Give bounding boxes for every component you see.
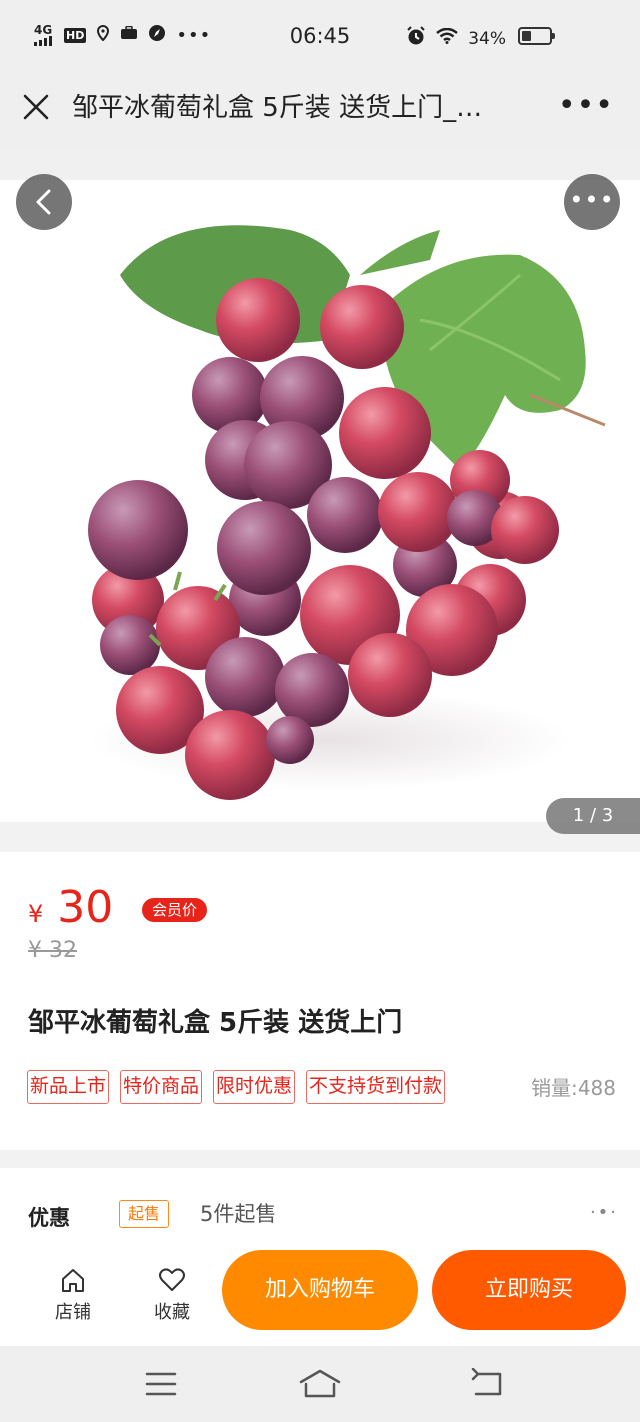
product-image[interactable] [0,180,640,822]
status-bar: 4G HD ••• 06:45 34% [0,0,640,72]
chevron-left-icon [36,189,51,215]
wifi-icon [436,27,458,49]
product-title: 邹平冰葡萄礼盒 5斤装 送货上门 [28,1008,403,1038]
store-icon [43,1266,103,1296]
shop-label: 店铺 [55,1302,91,1323]
image-counter: 1 / 3 [546,798,640,834]
favorite-label: 收藏 [154,1302,190,1323]
tag-limited: 限时优惠 [213,1070,296,1104]
sales-label: 销量: [531,1076,578,1100]
product-gallery[interactable]: ••• 1 / 3 [0,150,640,834]
currency-symbol: ¥ [28,900,44,928]
more-menu-icon[interactable]: ••• [558,88,614,124]
product-tags: 新品上市 特价商品 限时优惠 不支持货到付款 [27,1070,446,1104]
current-price: 30 [57,882,114,933]
promotion-row[interactable]: 优惠 起售 5件起售 ·•· [0,1168,640,1238]
sales-count: 销量:488 [531,1072,616,1101]
gallery-more-button[interactable]: ••• [564,174,620,230]
tag-new: 新品上市 [27,1070,110,1104]
home-icon[interactable] [298,1368,342,1404]
shop-button[interactable]: 店铺 [43,1266,103,1324]
battery-icon [518,27,555,45]
close-icon[interactable] [16,84,56,132]
tag-no-cod: 不支持货到付款 [306,1070,446,1104]
add-to-cart-button[interactable]: 加入购物车 [222,1250,418,1330]
more-dots-icon[interactable]: ·•· [590,1202,618,1223]
heart-icon [142,1266,202,1296]
min-order-text: 5件起售 [200,1202,277,1226]
original-price: ¥ 32 [28,938,77,963]
favorite-button[interactable]: 收藏 [142,1266,202,1324]
buy-now-button[interactable]: 立即购买 [432,1250,626,1330]
back-button[interactable] [16,174,72,230]
system-nav-bar [0,1346,640,1422]
sales-value: 488 [577,1076,616,1100]
menu-icon[interactable] [144,1370,178,1402]
product-info: ¥ 30 会员价 ¥ 32 邹平冰葡萄礼盒 5斤装 送货上门 新品上市 特价商品… [0,852,640,1150]
back-nav-icon[interactable] [470,1367,504,1404]
member-price-badge: 会员价 [142,898,208,922]
action-bar: 店铺 收藏 加入购物车 立即购买 [0,1238,640,1346]
page-title: 邹平冰葡萄礼盒 5斤装 送货上门_… [72,93,483,123]
price: ¥ 30 [28,882,113,933]
promotion-label: 优惠 [28,1206,70,1230]
alarm-icon [406,26,426,51]
tag-special: 特价商品 [120,1070,203,1104]
title-bar: 邹平冰葡萄礼盒 5斤装 送货上门_… ••• [0,72,640,150]
battery-percent: 34% [468,28,506,49]
min-order-badge: 起售 [119,1200,170,1228]
